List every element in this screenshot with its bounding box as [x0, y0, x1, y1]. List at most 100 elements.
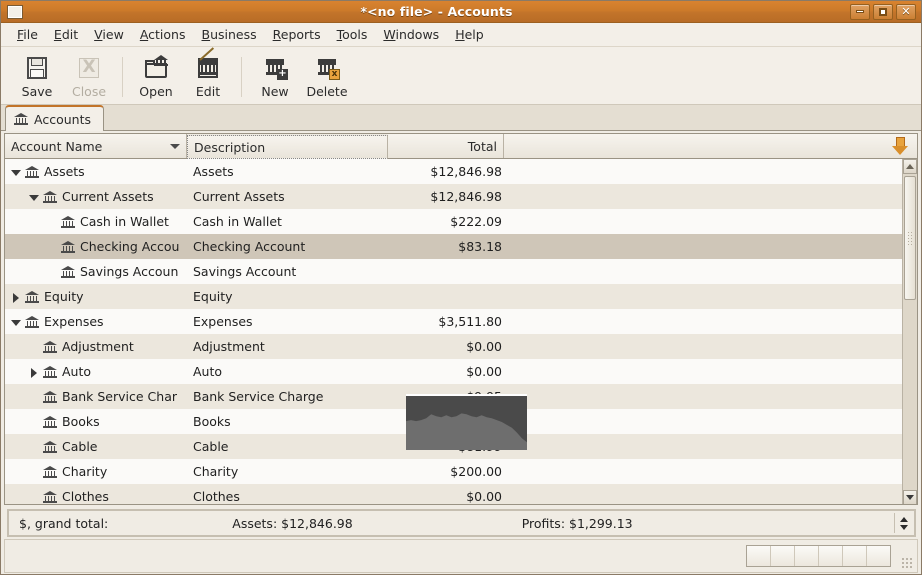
- delete-button[interactable]: x Delete: [301, 51, 353, 99]
- tab-accounts-label: Accounts: [34, 112, 91, 127]
- scrollbar-thumb[interactable]: [904, 176, 916, 300]
- new-account-icon: +: [262, 55, 288, 81]
- table-row[interactable]: ExpensesExpenses$3,511.80: [5, 309, 902, 334]
- spinner-up-icon[interactable]: [900, 517, 908, 522]
- delete-account-icon: x: [314, 55, 340, 81]
- save-button-label: Save: [22, 84, 53, 99]
- bank-icon: [14, 113, 28, 125]
- cell-total: $3,511.80: [388, 314, 504, 329]
- menu-file-rest: ile: [23, 27, 38, 42]
- menu-windows-rest: indows: [395, 27, 439, 42]
- tree-expander-spacer: [27, 490, 41, 504]
- cell-description: Books: [187, 414, 388, 429]
- menu-actions-rest: ctions: [148, 27, 185, 42]
- cell-account-name: Cash in Wallet: [5, 214, 187, 229]
- menu-actions[interactable]: Actions: [132, 25, 194, 44]
- column-header-options[interactable]: [504, 134, 917, 158]
- cell-account-name: Expenses: [5, 314, 187, 329]
- column-header-total[interactable]: Total: [388, 134, 504, 158]
- edit-button[interactable]: Edit: [182, 51, 234, 99]
- new-button[interactable]: + New: [249, 51, 301, 99]
- tree-expander[interactable]: [27, 190, 41, 204]
- menu-view-rest: iew: [102, 27, 123, 42]
- table-row[interactable]: AssetsAssets$12,846.98: [5, 159, 902, 184]
- account-name-label: Clothes: [62, 489, 109, 504]
- cell-description: Checking Account: [187, 239, 388, 254]
- table-row[interactable]: EquityEquity: [5, 284, 902, 309]
- menu-business[interactable]: Business: [194, 25, 265, 44]
- tab-accounts[interactable]: Accounts: [5, 105, 104, 131]
- resize-grip-icon[interactable]: [901, 557, 913, 569]
- maximize-icon: [879, 8, 887, 16]
- menu-tools[interactable]: Tools: [329, 25, 376, 44]
- toolbar: Save X Close Open Edit: [1, 47, 921, 105]
- maximize-button[interactable]: [873, 4, 893, 20]
- close-button[interactable]: ✕: [896, 4, 916, 20]
- bank-icon: [25, 291, 39, 303]
- tree-expander-spacer: [27, 440, 41, 454]
- bank-icon: [43, 391, 57, 403]
- cell-account-name: Adjustment: [5, 339, 187, 354]
- cell-total: $12,846.98: [388, 164, 504, 179]
- edit-button-label: Edit: [196, 84, 220, 99]
- column-header-description[interactable]: Description: [187, 135, 388, 159]
- summary-spinner[interactable]: [894, 513, 912, 533]
- menu-edit[interactable]: Edit: [46, 25, 86, 44]
- column-header-account-name-label: Account Name: [11, 139, 102, 154]
- spinner-down-icon[interactable]: [900, 525, 908, 530]
- account-name-label: Savings Accoun: [80, 264, 178, 279]
- account-name-label: Adjustment: [62, 339, 134, 354]
- menu-business-rest: usiness: [210, 27, 257, 42]
- table-row[interactable]: ClothesClothes$0.00: [5, 484, 902, 505]
- table-row[interactable]: Current AssetsCurrent Assets$12,846.98: [5, 184, 902, 209]
- tree-expander[interactable]: [9, 165, 23, 179]
- menu-help[interactable]: Help: [447, 25, 492, 44]
- scroll-up-button[interactable]: [903, 159, 917, 174]
- table-row[interactable]: AutoAuto$0.00: [5, 359, 902, 384]
- tree-expander[interactable]: [9, 315, 23, 329]
- window-controls: ✕: [850, 4, 916, 20]
- table-row[interactable]: Checking AccouChecking Account$83.18: [5, 234, 902, 259]
- column-header-account-name[interactable]: Account Name: [5, 134, 187, 158]
- scroll-down-button[interactable]: [903, 490, 917, 505]
- progress-segment: [867, 546, 890, 566]
- close-tab-button-label: Close: [72, 84, 106, 99]
- minimize-button[interactable]: [850, 4, 870, 20]
- vertical-scrollbar[interactable]: [902, 159, 917, 505]
- cell-total: $200.00: [388, 464, 504, 479]
- account-name-label: Assets: [44, 164, 85, 179]
- tree-expander[interactable]: [27, 365, 41, 379]
- chevron-down-icon: [906, 495, 914, 500]
- download-arrow-icon[interactable]: [892, 137, 909, 156]
- cell-account-name: Assets: [5, 164, 187, 179]
- table-row[interactable]: CharityCharity$200.00: [5, 459, 902, 484]
- bank-icon: [43, 341, 57, 353]
- account-name-label: Bank Service Char: [62, 389, 177, 404]
- close-x-icon: X: [76, 55, 102, 81]
- open-button[interactable]: Open: [130, 51, 182, 99]
- bank-icon: [61, 216, 75, 228]
- table-row[interactable]: Savings AccounSavings Account: [5, 259, 902, 284]
- menu-windows[interactable]: Windows: [375, 25, 447, 44]
- table-row[interactable]: AdjustmentAdjustment$0.00: [5, 334, 902, 359]
- open-button-label: Open: [139, 84, 172, 99]
- menu-reports[interactable]: Reports: [265, 25, 329, 44]
- column-header-description-label: Description: [194, 140, 265, 155]
- grip-icon: [907, 231, 913, 245]
- tab-strip: Accounts: [1, 105, 921, 131]
- menu-view[interactable]: View: [86, 25, 132, 44]
- close-tab-button[interactable]: X Close: [63, 51, 115, 99]
- menu-file[interactable]: File: [9, 25, 46, 44]
- bank-icon: [43, 191, 57, 203]
- application-window: *<no file> - Accounts ✕ File Edit View A…: [0, 0, 922, 575]
- bank-icon: [61, 241, 75, 253]
- bank-icon: [61, 266, 75, 278]
- tree-expander-spacer: [27, 340, 41, 354]
- save-button[interactable]: Save: [11, 51, 63, 99]
- table-row[interactable]: Cash in WalletCash in Wallet$222.09: [5, 209, 902, 234]
- menu-edit-rest: dit: [62, 27, 78, 42]
- cell-account-name: Checking Accou: [5, 239, 187, 254]
- tree-expander[interactable]: [9, 290, 23, 304]
- cell-description: Charity: [187, 464, 388, 479]
- account-name-label: Books: [62, 414, 100, 429]
